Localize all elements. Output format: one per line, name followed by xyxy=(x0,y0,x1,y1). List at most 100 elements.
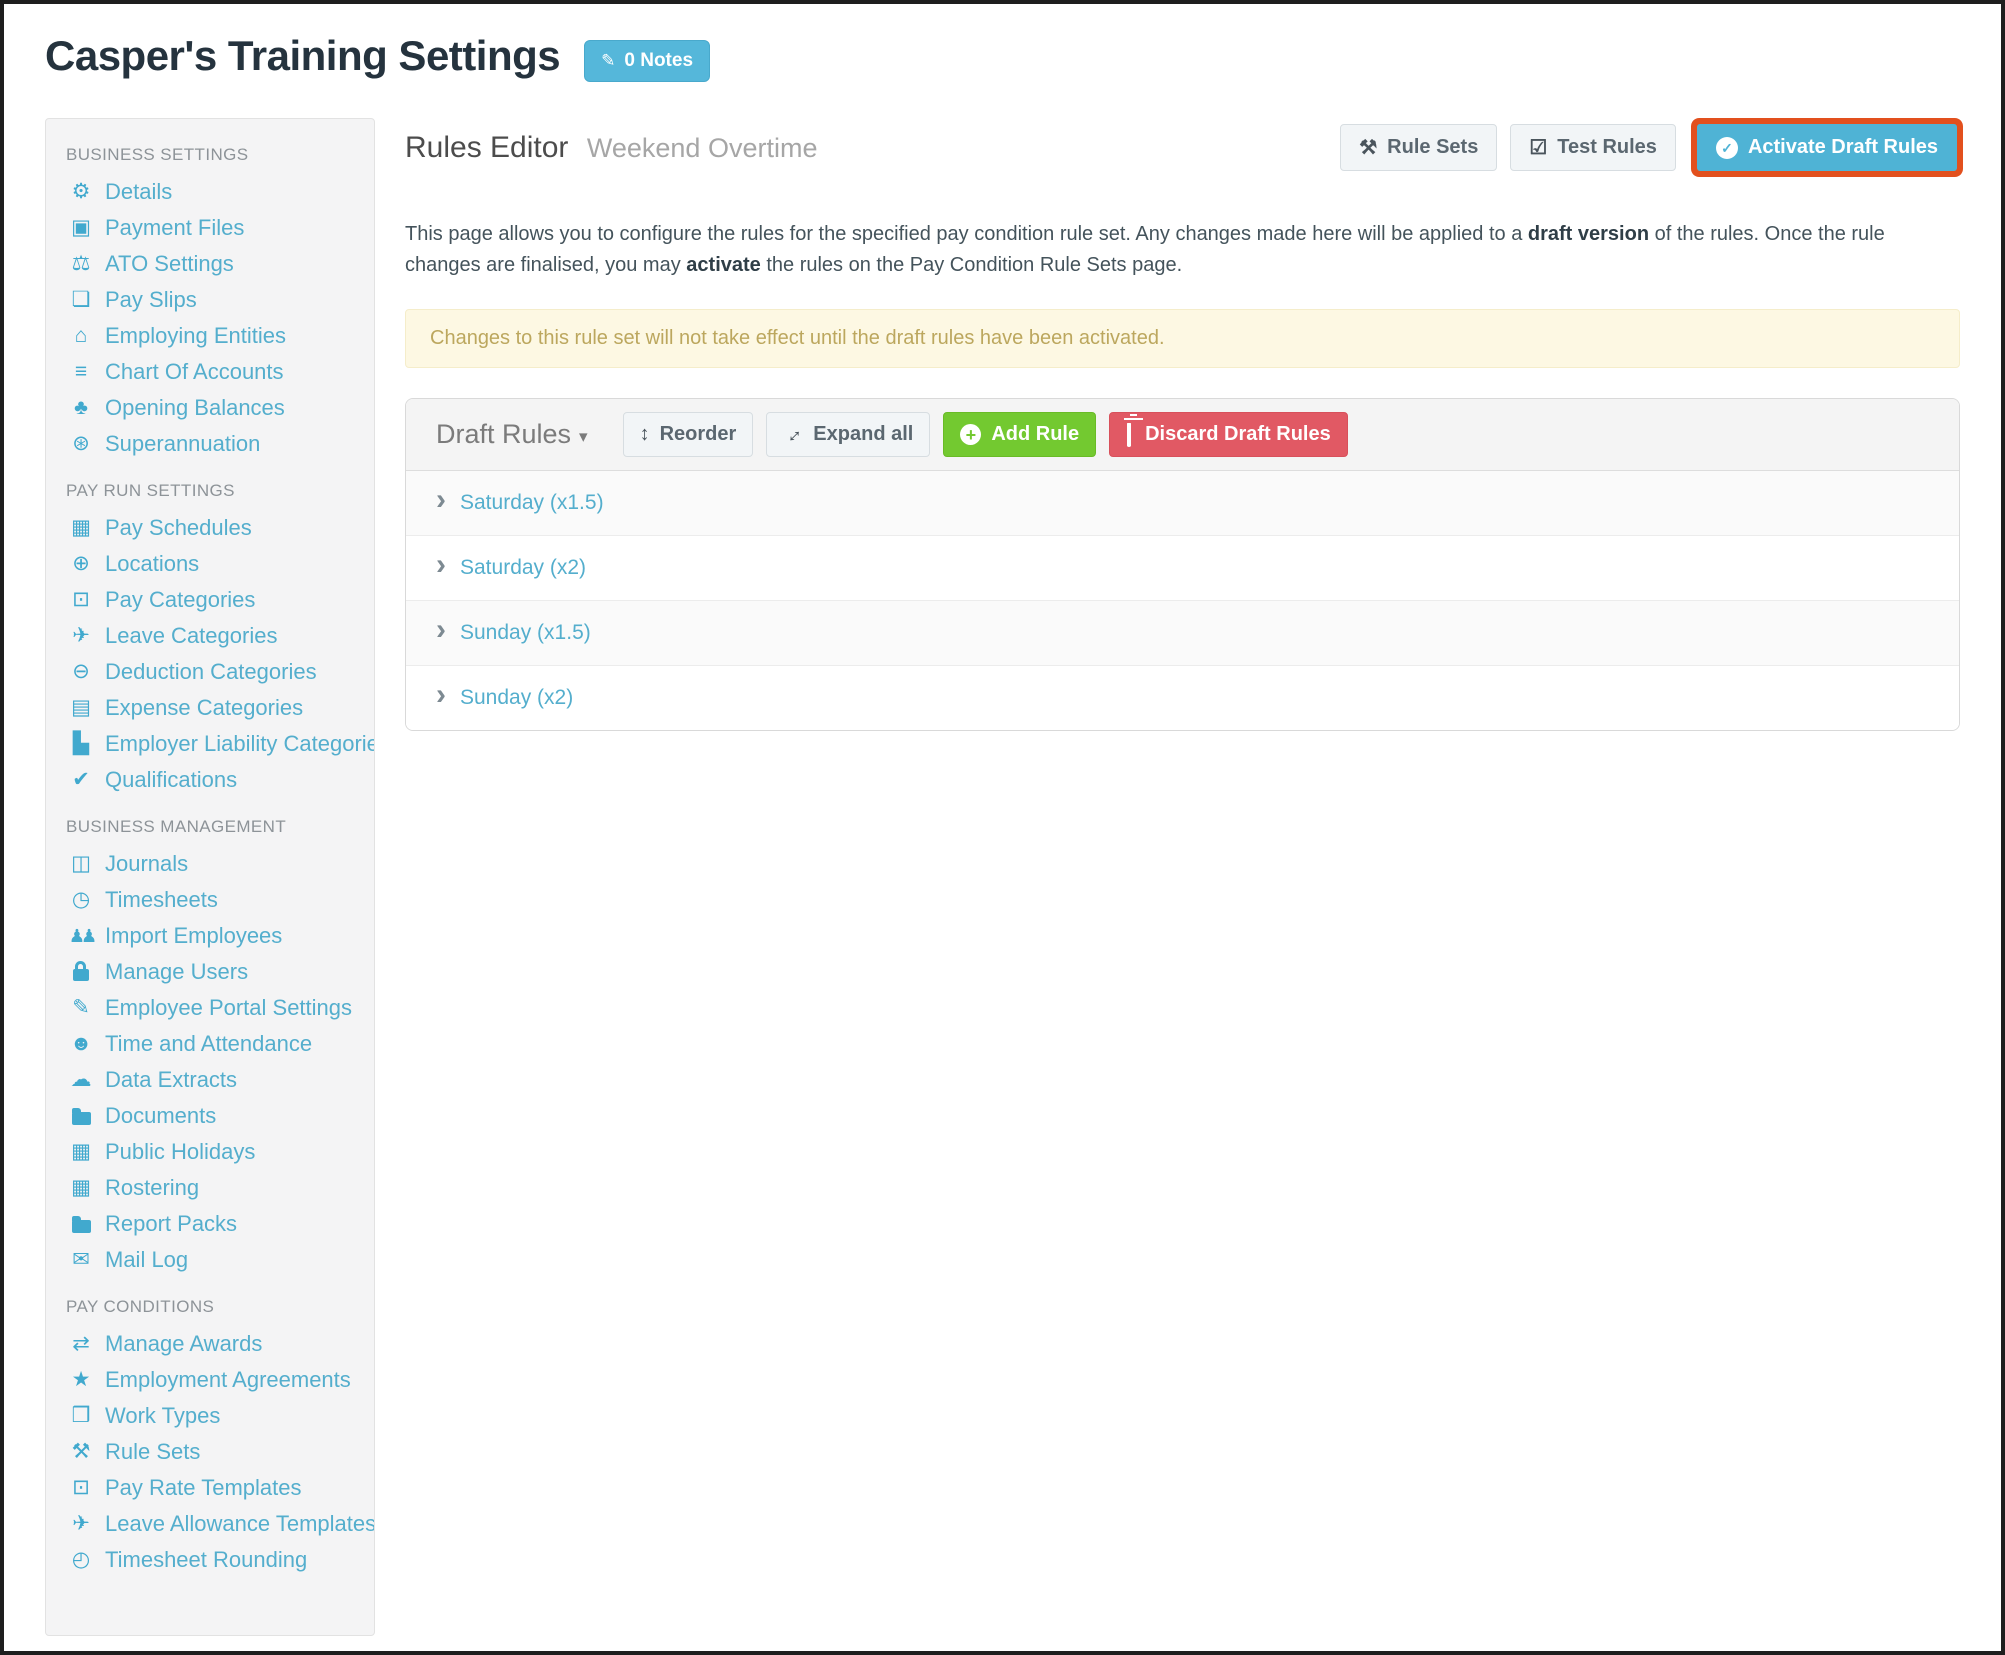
description-text: the rules on the Pay Condition Rule Sets… xyxy=(761,254,1182,276)
sidebar-item-timesheet-rounding[interactable]: ◴ Timesheet Rounding xyxy=(66,1548,364,1571)
rule-link-sunday-x2[interactable]: Sunday (x2) xyxy=(460,686,573,710)
sidebar-item-opening-balances[interactable]: ♣ Opening Balances xyxy=(66,396,364,419)
sidebar-item-rostering[interactable]: ▦ Rostering xyxy=(66,1176,364,1199)
sidebar-section-heading: PAY RUN SETTINGS xyxy=(66,481,364,501)
description-bold-activate: activate xyxy=(686,254,761,276)
sidebar-item-details[interactable]: ⚙ Details xyxy=(66,180,364,203)
rule-link-saturday-x1-5[interactable]: Saturday (x1.5) xyxy=(460,491,604,515)
chevron-right-icon: › xyxy=(436,485,446,521)
sidebar-item-ato-settings[interactable]: ⚖ ATO Settings xyxy=(66,252,364,275)
sidebar-item-pay-rate-templates[interactable]: ⊡ Pay Rate Templates xyxy=(66,1476,364,1499)
sidebar-item-journals[interactable]: ◫ Journals xyxy=(66,852,364,875)
draft-rules-dropdown[interactable]: Draft Rules ▾ xyxy=(436,419,588,450)
sidebar-item-label: Details xyxy=(105,179,172,205)
sidebar-item-leave-categories[interactable]: ✈ Leave Categories xyxy=(66,624,364,647)
draft-rules-dropdown-label: Draft Rules xyxy=(436,419,571,450)
lock-icon xyxy=(66,962,96,981)
sidebar-item-time-and-attendance[interactable]: ☻ Time and Attendance xyxy=(66,1032,364,1055)
sidebar-item-locations[interactable]: ⊕ Locations xyxy=(66,552,364,575)
expand-all-button[interactable]: ↔ Expand all xyxy=(766,412,930,457)
sidebar-item-import-employees[interactable]: ♟♟ Import Employees xyxy=(66,924,364,947)
add-rule-button[interactable]: + Add Rule xyxy=(943,412,1096,457)
gear-icon: ⚙ xyxy=(66,181,96,202)
chevron-right-icon: › xyxy=(436,680,446,716)
sidebar-item-manage-awards[interactable]: ⇄ Manage Awards xyxy=(66,1332,364,1355)
section-title: Rules Editor xyxy=(405,131,568,164)
sidebar-item-label: Rule Sets xyxy=(105,1439,200,1465)
sidebar-item-label: Pay Slips xyxy=(105,287,197,313)
notes-badge[interactable]: ✎ 0 Notes xyxy=(584,40,710,82)
discard-draft-rules-button[interactable]: Discard Draft Rules xyxy=(1109,412,1348,457)
sidebar-section-heading: BUSINESS MANAGEMENT xyxy=(66,817,364,837)
sidebar-item-expense-categories[interactable]: ▤ Expense Categories xyxy=(66,696,364,719)
sidebar-item-report-packs[interactable]: Report Packs xyxy=(66,1212,364,1235)
gavel-icon: ⚒ xyxy=(1359,138,1377,158)
sidebar-item-manage-users[interactable]: Manage Users xyxy=(66,960,364,983)
activate-draft-rules-button[interactable]: ✓ Activate Draft Rules xyxy=(1697,124,1957,171)
page-description: This page allows you to configure the ru… xyxy=(405,219,1960,281)
check-square-icon: ☑ xyxy=(1529,138,1547,158)
sidebar-item-superannuation[interactable]: ⊛ Superannuation xyxy=(66,432,364,455)
chevron-right-icon: › xyxy=(436,550,446,586)
clock-icon: ◷ xyxy=(66,889,96,910)
sidebar-item-deduction-categories[interactable]: ⊖ Deduction Categories xyxy=(66,660,364,683)
sidebar-item-label: Report Packs xyxy=(105,1211,237,1237)
reorder-button[interactable]: ↕ Reorder xyxy=(623,412,754,457)
book-icon: ❒ xyxy=(66,1405,96,1426)
up-down-arrow-icon: ↕ xyxy=(640,423,650,446)
person-circle-icon: ☻ xyxy=(66,1033,96,1054)
wand-icon: ✎ xyxy=(66,997,96,1018)
sidebar-item-label: Deduction Categories xyxy=(105,659,317,685)
section-subtitle: Weekend Overtime xyxy=(587,133,818,163)
sidebar-item-timesheets[interactable]: ◷ Timesheets xyxy=(66,888,364,911)
file-icon: ❏ xyxy=(66,289,96,310)
calendar-icon: ▦ xyxy=(66,1141,96,1162)
sidebar-item-chart-of-accounts[interactable]: ≡ Chart Of Accounts xyxy=(66,360,364,383)
sidebar-item-pay-categories[interactable]: ⊡ Pay Categories xyxy=(66,588,364,611)
sidebar-item-documents[interactable]: Documents xyxy=(66,1104,364,1127)
sidebar-item-label: Manage Awards xyxy=(105,1331,262,1357)
sidebar-item-rule-sets[interactable]: ⚒ Rule Sets xyxy=(66,1440,364,1463)
globe-icon: ⊕ xyxy=(66,553,96,574)
sidebar-item-data-extracts[interactable]: ☁ Data Extracts xyxy=(66,1068,364,1091)
sidebar-item-pay-schedules[interactable]: ▦ Pay Schedules xyxy=(66,516,364,539)
sidebar-item-label: Employing Entities xyxy=(105,323,286,349)
sidebar-item-employment-agreements[interactable]: ★ Employment Agreements xyxy=(66,1368,364,1391)
star-icon: ★ xyxy=(66,1369,96,1390)
calendar-icon: ▦ xyxy=(66,1177,96,1198)
test-rules-button[interactable]: ☑ Test Rules xyxy=(1510,124,1676,171)
sidebar-item-employer-liability-categories[interactable]: ▙ Employer Liability Categories xyxy=(66,732,364,755)
sidebar-item-public-holidays[interactable]: ▦ Public Holidays xyxy=(66,1140,364,1163)
description-text: This page allows you to configure the ru… xyxy=(405,223,1528,245)
sidebar-item-qualifications[interactable]: ✔ Qualifications xyxy=(66,768,364,791)
sidebar-item-mail-log[interactable]: ✉ Mail Log xyxy=(66,1248,364,1271)
sidebar-item-leave-allowance-templates[interactable]: ✈ Leave Allowance Templates xyxy=(66,1512,364,1535)
sidebar-item-employee-portal-settings[interactable]: ✎ Employee Portal Settings xyxy=(66,996,364,1019)
rule-sets-button[interactable]: ⚒ Rule Sets xyxy=(1340,124,1497,171)
page-header: Casper's Training Settings ✎ 0 Notes xyxy=(4,4,2001,82)
sidebar-item-payment-files[interactable]: ▣ Payment Files xyxy=(66,216,364,239)
rule-link-saturday-x2[interactable]: Saturday (x2) xyxy=(460,556,586,580)
sidebar-item-label: Employment Agreements xyxy=(105,1367,351,1393)
sidebar-item-label: Leave Categories xyxy=(105,623,277,649)
bar-chart-icon: ▙ xyxy=(66,733,96,754)
sidebar-item-employing-entities[interactable]: ⌂ Employing Entities xyxy=(66,324,364,347)
rule-link-sunday-x1-5[interactable]: Sunday (x1.5) xyxy=(460,621,591,645)
rule-row: › Saturday (x1.5) xyxy=(406,471,1959,536)
sidebar-item-label: Manage Users xyxy=(105,959,248,985)
page-title: Casper's Training Settings xyxy=(45,32,560,80)
sidebar-item-work-types[interactable]: ❒ Work Types xyxy=(66,1404,364,1427)
sidebar-item-label: Work Types xyxy=(105,1403,220,1429)
edit-note-icon: ✎ xyxy=(601,51,615,71)
notes-badge-label: 0 Notes xyxy=(624,50,693,72)
sidebar-item-label: Employer Liability Categories xyxy=(105,731,375,757)
cloud-download-icon: ☁ xyxy=(66,1069,96,1090)
sidebar-group-pay-conditions: PAY CONDITIONS ⇄ Manage Awards ★ Employm… xyxy=(66,1297,364,1571)
sidebar-item-label: Expense Categories xyxy=(105,695,303,721)
sidebar-item-pay-slips[interactable]: ❏ Pay Slips xyxy=(66,288,364,311)
money-icon: ⊡ xyxy=(66,589,96,610)
plane-icon: ✈ xyxy=(66,1513,96,1534)
archive-box-icon: ▤ xyxy=(66,697,96,718)
sidebar-group-business-management: BUSINESS MANAGEMENT ◫ Journals ◷ Timeshe… xyxy=(66,817,364,1271)
expand-all-button-label: Expand all xyxy=(813,423,913,446)
